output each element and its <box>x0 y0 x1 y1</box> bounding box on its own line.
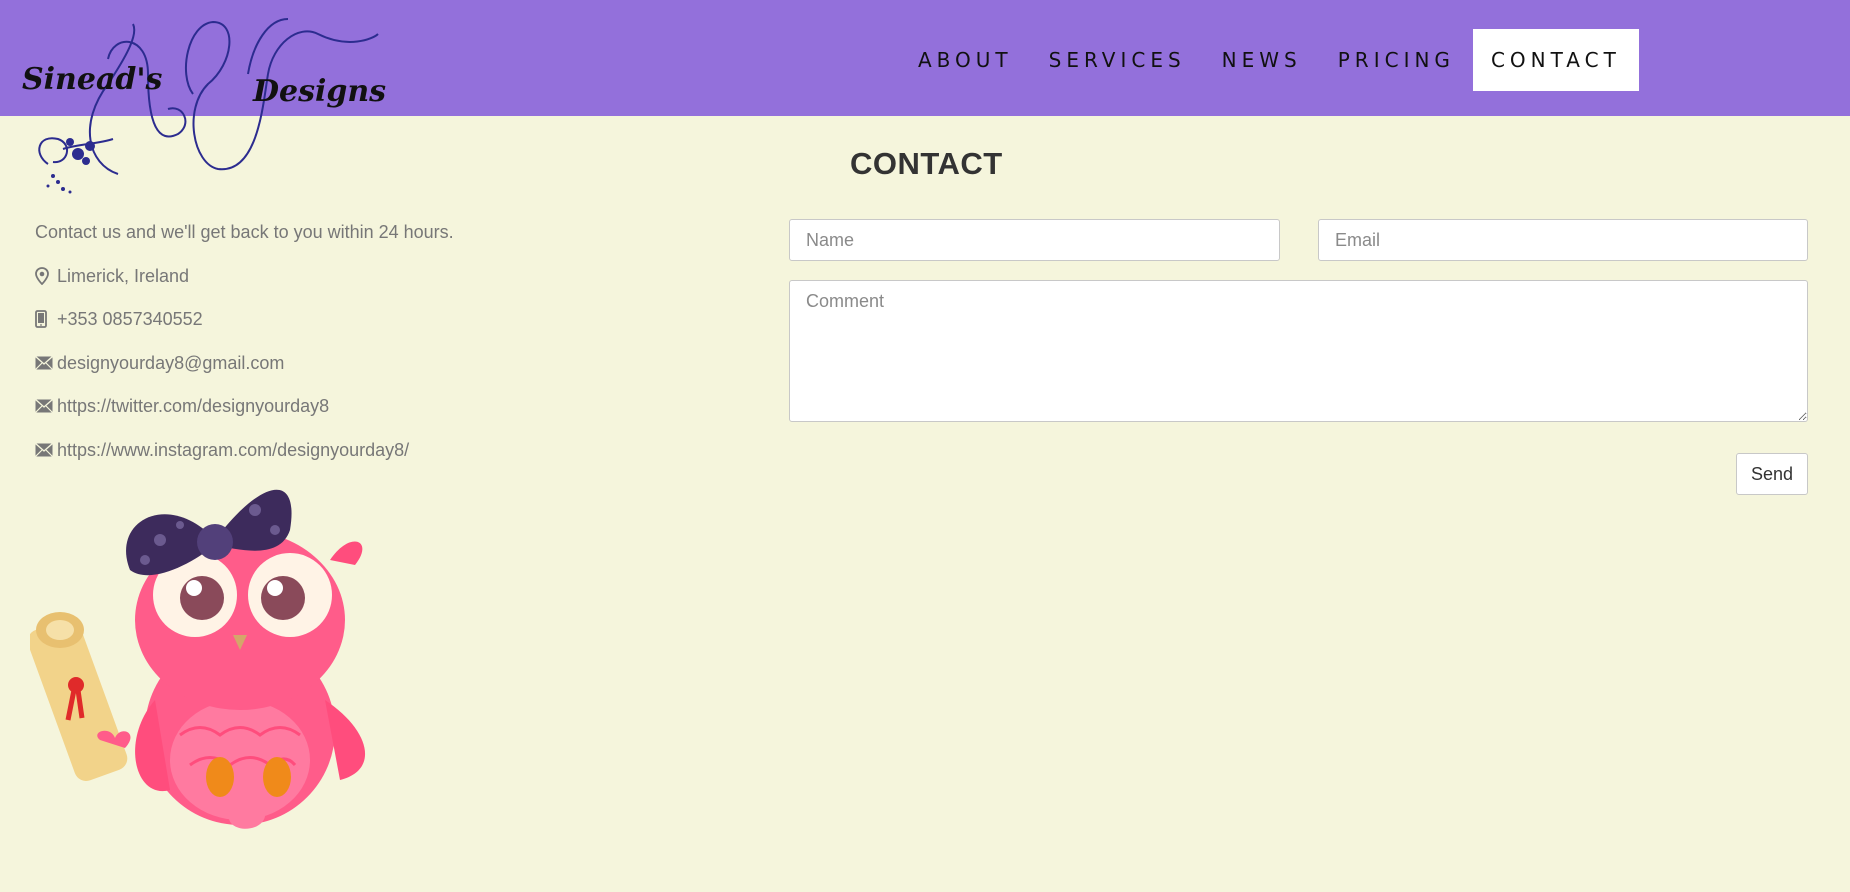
nav-link-contact[interactable]: CONTACT <box>1472 29 1639 91</box>
contact-phone: +353 0857340552 <box>35 309 454 353</box>
send-button[interactable]: Send <box>1736 453 1808 495</box>
nav-menu: ABOUT SERVICES NEWS PRICING CONTACT <box>900 29 1639 91</box>
logo-text-sineads: Sinead's <box>22 62 163 97</box>
comment-textarea[interactable] <box>789 280 1808 422</box>
envelope-icon <box>35 396 57 416</box>
name-input[interactable] <box>789 219 1280 261</box>
nav-link-pricing[interactable]: PRICING <box>1320 29 1473 91</box>
location-text: Limerick, Ireland <box>57 265 190 286</box>
contact-email: designyourday8@gmail.com <box>35 353 454 397</box>
scroll-graphic <box>30 612 131 782</box>
logo-text-designs: Designs <box>253 74 387 109</box>
contact-twitter: https://twitter.com/designyourday8 <box>35 396 454 440</box>
contact-location: Limerick, Ireland <box>35 266 454 310</box>
envelope-icon <box>35 440 57 460</box>
instagram-link[interactable]: https://www.instagram.com/designyourday8… <box>57 440 409 461</box>
email-link[interactable]: designyourday8@gmail.com <box>57 353 284 374</box>
nav-link-news[interactable]: NEWS <box>1204 29 1320 91</box>
envelope-icon <box>35 353 57 373</box>
nav-link-services[interactable]: SERVICES <box>1031 29 1204 91</box>
phone-icon <box>35 309 57 329</box>
brand-logo[interactable]: Sinead's Designs <box>18 14 388 199</box>
contact-intro: Contact us and we'll get back to you wit… <box>35 222 454 266</box>
twitter-link[interactable]: https://twitter.com/designyourday8 <box>57 396 329 417</box>
contact-info: Contact us and we'll get back to you wit… <box>35 222 454 483</box>
map-marker-icon <box>35 266 57 286</box>
contact-intro-text: Contact us and we'll get back to you wit… <box>35 222 454 242</box>
phone-text: +353 0857340552 <box>57 309 203 329</box>
owl-illustration <box>30 489 366 829</box>
page-title: CONTACT <box>850 146 1003 181</box>
nav-link-about[interactable]: ABOUT <box>900 29 1031 91</box>
email-input[interactable] <box>1318 219 1808 261</box>
